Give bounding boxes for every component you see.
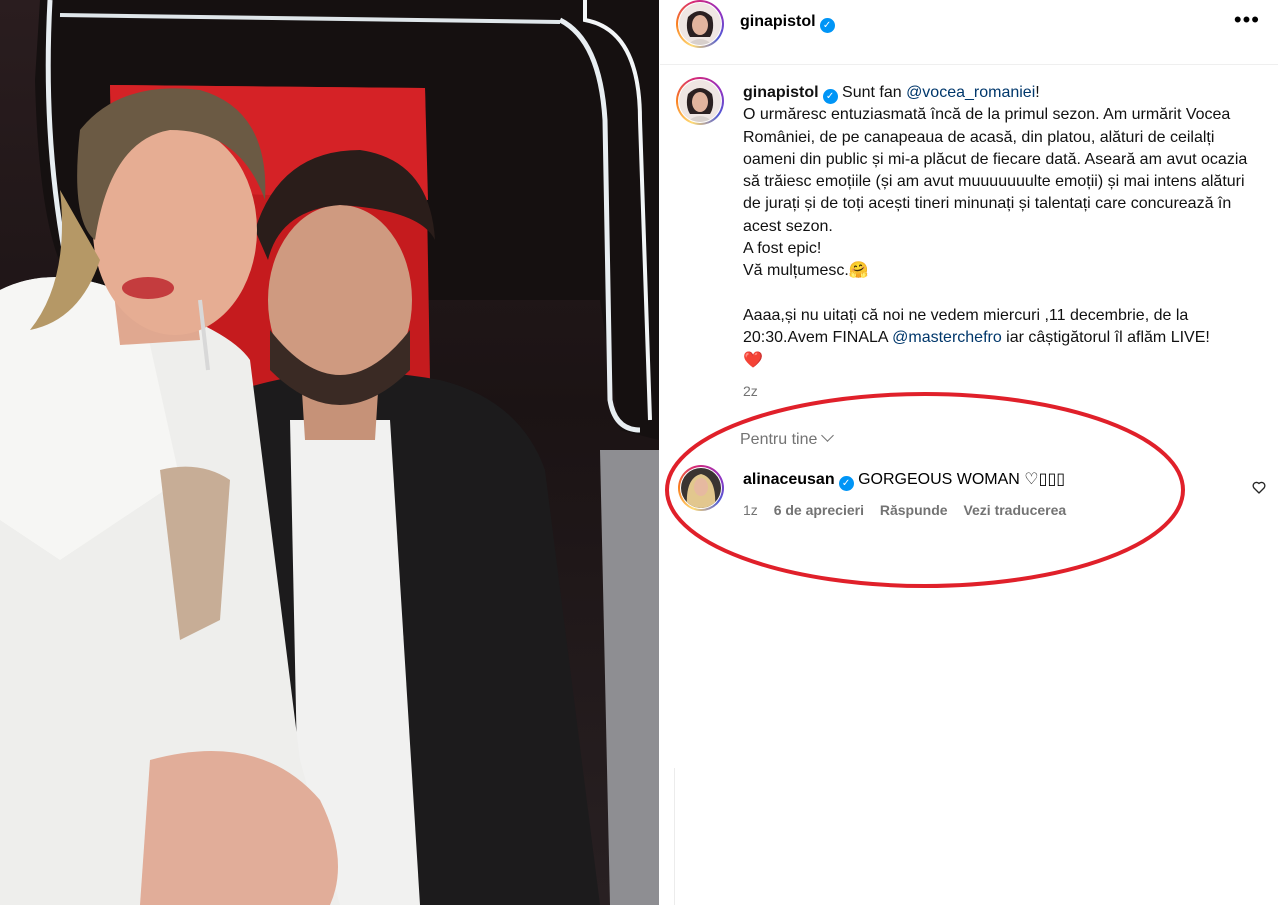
comment-heart: ♡ <box>1024 471 1039 488</box>
reply-button[interactable]: Răspunde <box>880 502 948 518</box>
caption-timestamp[interactable]: 2z <box>743 383 758 399</box>
comment-text: alinaceusan ✓ GORGEOUS WOMAN ♡▯▯▯ <box>743 470 1065 491</box>
more-options-icon[interactable]: ••• <box>1234 9 1260 31</box>
comment-meta: 1z 6 de aprecieri Răspunde Vezi traducer… <box>743 502 1078 518</box>
comment-likes[interactable]: 6 de aprecieri <box>774 502 864 518</box>
caption-intro: Sunt fan <box>842 84 907 101</box>
avatar-photo <box>681 468 721 508</box>
caption-line-thanks: Vă mulțumesc. <box>743 262 849 280</box>
header-username-text[interactable]: ginapistol <box>740 13 816 30</box>
caption-intro-end: ! <box>1035 84 1040 101</box>
caption-line-epic: A fost epic! <box>743 240 822 258</box>
hug-emoji: 🤗 <box>848 262 869 280</box>
caption-username[interactable]: ginapistol <box>743 84 819 101</box>
chevron-down-icon <box>821 429 835 442</box>
mention-masterchefro[interactable]: @masterchefro <box>892 329 1002 346</box>
see-translation-button[interactable]: Vezi traducerea <box>963 502 1066 518</box>
caption-paragraph-2-end: iar câștigătorul îl aflăm LIVE! <box>1001 329 1210 347</box>
avatar-photo <box>679 3 721 45</box>
post-caption: ginapistol ✓ Sunt fan @vocea_romaniei! O … <box>743 82 1248 372</box>
comment-filter-label: Pentru tine <box>740 431 818 448</box>
like-heart-icon[interactable] <box>1251 479 1267 495</box>
comment-trailing-glyphs: ▯▯▯ <box>1038 471 1066 488</box>
verified-badge-icon: ✓ <box>819 18 835 33</box>
verified-badge-icon: ✓ <box>838 476 854 491</box>
comment-avatar[interactable] <box>678 465 724 511</box>
scroll-divider <box>674 768 675 905</box>
header-divider <box>660 64 1278 65</box>
header-avatar[interactable] <box>676 0 724 48</box>
avatar-photo <box>679 80 721 122</box>
comment-username[interactable]: alinaceusan <box>743 471 835 488</box>
caption-avatar[interactable] <box>676 77 724 125</box>
comment-body: GORGEOUS WOMAN <box>858 471 1025 488</box>
post-photo <box>0 0 659 905</box>
heart-emoji: ❤️ <box>743 351 763 369</box>
comment-filter-dropdown[interactable]: Pentru tine <box>740 429 835 449</box>
caption-paragraph-1: O urmăresc entuziasmată încă de la primu… <box>743 106 1248 235</box>
instagram-post: ginapistol ✓ ••• ginapistol ✓ Sunt fan @vo… <box>0 0 1278 905</box>
photo-scene <box>0 0 659 905</box>
comment-time[interactable]: 1z <box>743 502 758 518</box>
verified-badge-icon: ✓ <box>822 89 838 104</box>
post-side-panel: ginapistol ✓ ••• ginapistol ✓ Sunt fan @vo… <box>660 0 1278 905</box>
mention-vocea-romaniei[interactable]: @vocea_romaniei <box>906 84 1035 101</box>
header-username[interactable]: ginapistol ✓ <box>740 11 835 33</box>
